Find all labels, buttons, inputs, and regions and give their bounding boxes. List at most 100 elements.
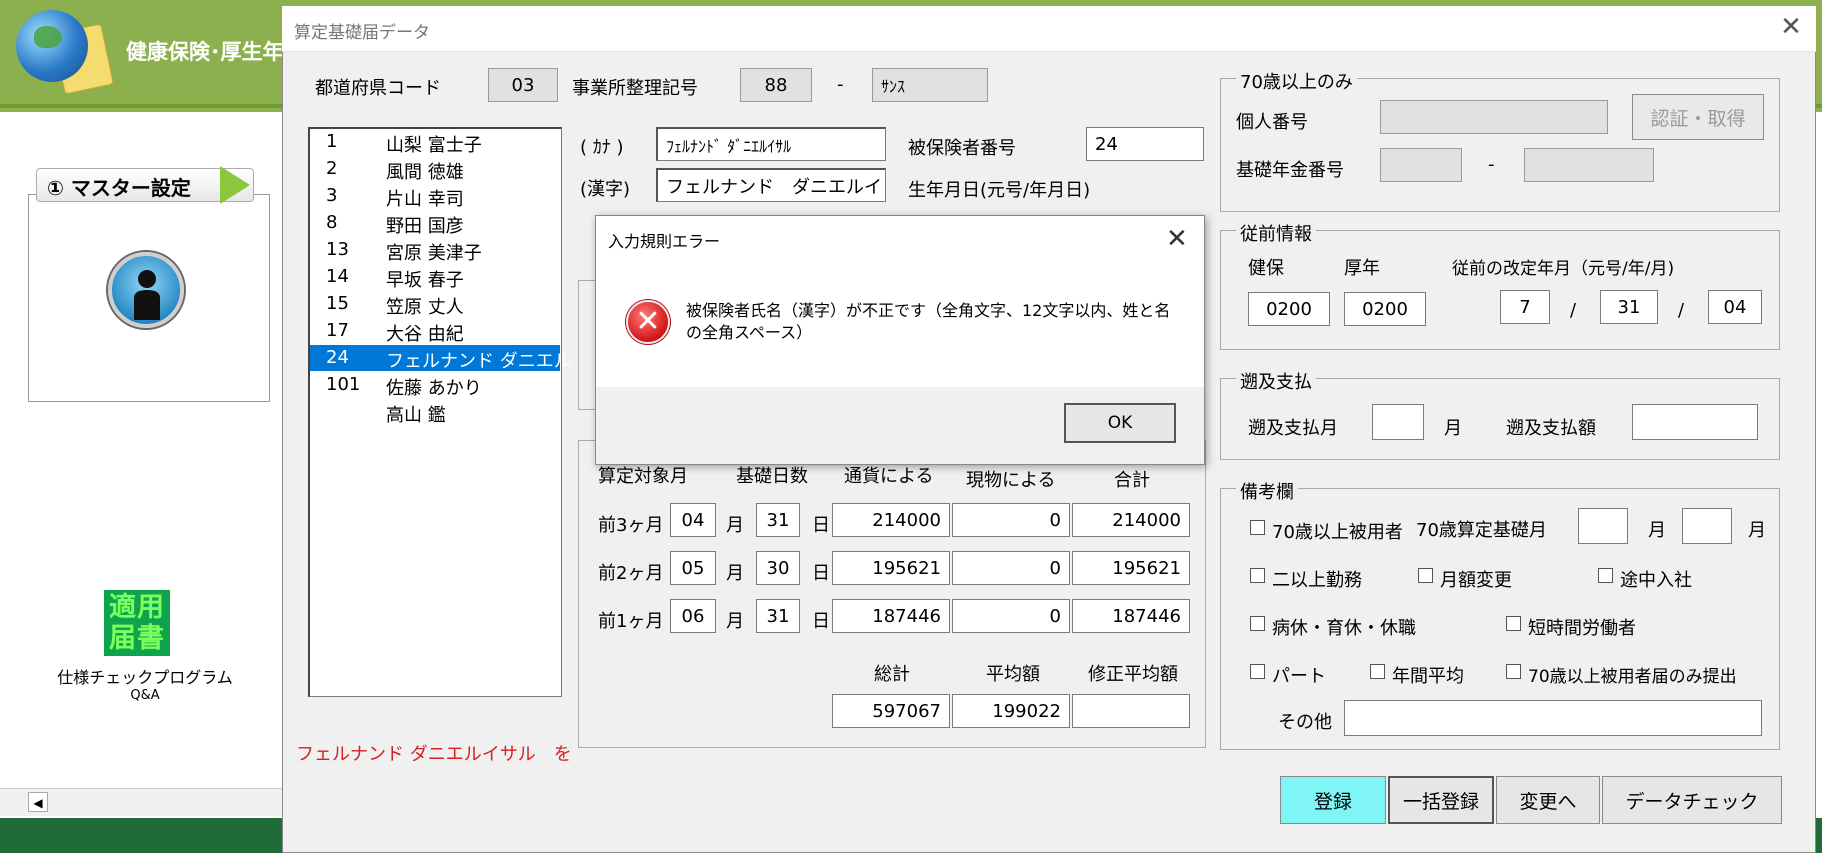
list-item[interactable]: 14 早坂 春子: [310, 264, 560, 291]
calc-month-field[interactable]: 05: [670, 551, 716, 585]
dialog-ok-button[interactable]: OK: [1064, 403, 1176, 443]
list-item[interactable]: 15 笠原 丈人: [310, 291, 560, 318]
calc-currency-field[interactable]: 195621: [832, 551, 950, 585]
list-item[interactable]: 24 フェルナンド ダニエル: [310, 345, 572, 372]
multiple-work-checkbox[interactable]: [1250, 568, 1265, 583]
monthly-change-checkbox[interactable]: [1418, 568, 1433, 583]
over70-insured-checkbox[interactable]: [1250, 520, 1265, 535]
short-time-checkbox[interactable]: [1506, 616, 1521, 631]
pension-no-field-2[interactable]: [1524, 148, 1654, 182]
scroll-left-arrow-icon[interactable]: ◀: [28, 792, 48, 812]
leave-label: 病休・育休・休職: [1272, 618, 1416, 639]
kanji-name-field[interactable]: フェルナンド ダニエルイ: [656, 168, 886, 202]
list-item[interactable]: 3 片山 幸司: [310, 183, 560, 210]
kana-name-field[interactable]: ﾌｪﾙﾅﾝﾄﾞ ﾀﾞﾆｴﾙｲｻﾙ: [656, 127, 886, 161]
multiple-work-label: 二以上勤務: [1272, 570, 1362, 591]
dialog-message: 被保険者氏名（漢字）が不正です（全角文字、12文字以内、姓と名の全角スペース）: [686, 301, 1171, 342]
revision-month-field[interactable]: 04: [1708, 290, 1762, 324]
dialog-close-icon[interactable]: ✕: [1166, 224, 1188, 254]
office-code-dash: -: [837, 74, 844, 95]
retro-month-field[interactable]: [1372, 404, 1424, 440]
list-item-number: 17: [326, 320, 349, 341]
revision-year-field[interactable]: 31: [1600, 290, 1658, 324]
office-code-field-2[interactable]: ｻﾝｽ: [872, 68, 988, 102]
kosei-field[interactable]: 0200: [1344, 292, 1426, 326]
remarks-legend: 備考欄: [1236, 478, 1298, 504]
list-item-number: 14: [326, 266, 349, 287]
retro-amount-field[interactable]: [1632, 404, 1758, 440]
calc-total-field[interactable]: 195621: [1072, 551, 1190, 585]
sum-total-label: 総計: [874, 664, 910, 685]
calc-month-field[interactable]: 06: [670, 599, 716, 633]
other-field[interactable]: [1344, 700, 1762, 736]
kenpo-field[interactable]: 0200: [1248, 292, 1330, 326]
sum-adjusted-field[interactable]: [1072, 694, 1190, 728]
leave-checkbox[interactable]: [1250, 616, 1265, 631]
col-header-days: 基礎日数: [736, 466, 808, 487]
sum-average-field[interactable]: 199022: [952, 694, 1070, 728]
calc-kind-field[interactable]: 0: [952, 599, 1070, 633]
list-item[interactable]: 101 佐藤 あかり: [310, 372, 560, 399]
revision-era-field[interactable]: 7: [1500, 290, 1550, 324]
list-item-name: 山梨 富士子: [386, 135, 482, 156]
calc-total-field[interactable]: 214000: [1072, 503, 1190, 537]
arrow-right-icon: [220, 166, 250, 204]
list-item[interactable]: 17 大谷 由紀: [310, 318, 560, 345]
previous-info-legend: 従前情報: [1236, 220, 1316, 246]
calc-days-field[interactable]: 31: [756, 599, 800, 633]
list-item-name: 早坂 春子: [386, 270, 464, 291]
calc-month-unit: 月: [726, 563, 744, 584]
calc-days-field[interactable]: 30: [756, 551, 800, 585]
calc-day-unit: 日: [812, 563, 830, 584]
pension-no-field-1[interactable]: [1380, 148, 1462, 182]
auth-acquire-button[interactable]: 認証・取得: [1632, 94, 1764, 140]
bulk-register-button[interactable]: 一括登録: [1388, 776, 1494, 824]
insured-no-label: 被保険者番号: [908, 138, 1016, 159]
list-item-name: 佐藤 あかり: [386, 378, 482, 399]
error-icon: ✕: [626, 300, 670, 344]
calc-kind-field[interactable]: 0: [952, 503, 1070, 537]
insured-no-field[interactable]: 24: [1086, 127, 1204, 161]
over70-only-checkbox[interactable]: [1506, 664, 1521, 679]
calc-month-field[interactable]: 04: [670, 503, 716, 537]
list-item-name: 野田 国彦: [386, 216, 464, 237]
kenpo-label: 健保: [1248, 258, 1284, 279]
globe-land-shape: [34, 26, 62, 48]
list-item[interactable]: 2 風間 徳雄: [310, 156, 560, 183]
list-item-name: 宮原 美津子: [386, 243, 482, 264]
list-item[interactable]: 1 山梨 富士子: [310, 129, 560, 156]
mid-join-checkbox[interactable]: [1598, 568, 1613, 583]
list-item-number: 101: [326, 374, 361, 395]
office-code-field-1[interactable]: 88: [740, 68, 812, 102]
list-item[interactable]: 13 宮原 美津子: [310, 237, 560, 264]
calc-kind-field[interactable]: 0: [952, 551, 1070, 585]
kanji-label: (漢字): [580, 179, 631, 200]
data-check-button[interactable]: データチェック: [1602, 776, 1782, 824]
annual-avg-label: 年間平均: [1392, 666, 1464, 687]
sum-total-field[interactable]: 597067: [832, 694, 950, 728]
pref-code-label: 都道府県コード: [315, 78, 441, 99]
register-button[interactable]: 登録: [1280, 776, 1386, 824]
over70-base-month-field-2[interactable]: [1682, 508, 1732, 544]
col-header-month: 算定対象月: [598, 466, 688, 487]
over70-base-month-field-1[interactable]: [1578, 508, 1628, 544]
personal-no-field[interactable]: [1380, 100, 1608, 134]
spec-check-program-link[interactable]: 仕様チェックプログラム: [40, 664, 250, 688]
person-silhouette-icon: [134, 270, 160, 320]
office-code-label: 事業所整理記号: [572, 78, 698, 99]
calc-row-label: 前2ヶ月: [598, 563, 664, 584]
calc-currency-field[interactable]: 187446: [832, 599, 950, 633]
personal-no-label: 個人番号: [1236, 112, 1308, 133]
calc-currency-field[interactable]: 214000: [832, 503, 950, 537]
list-item[interactable]: 8 野田 国彦: [310, 210, 560, 237]
tekiyo-todokesho-icon[interactable]: 適用届書: [104, 590, 170, 656]
calc-days-field[interactable]: 31: [756, 503, 800, 537]
annual-avg-checkbox[interactable]: [1370, 664, 1385, 679]
part-checkbox[interactable]: [1250, 664, 1265, 679]
window-close-icon[interactable]: ✕: [1778, 14, 1804, 41]
qa-link[interactable]: Q&A: [40, 688, 250, 703]
list-item[interactable]: 高山 鑑: [310, 399, 560, 426]
calc-total-field[interactable]: 187446: [1072, 599, 1190, 633]
to-change-button[interactable]: 変更へ: [1496, 776, 1600, 824]
pref-code-field[interactable]: 03: [488, 68, 558, 102]
